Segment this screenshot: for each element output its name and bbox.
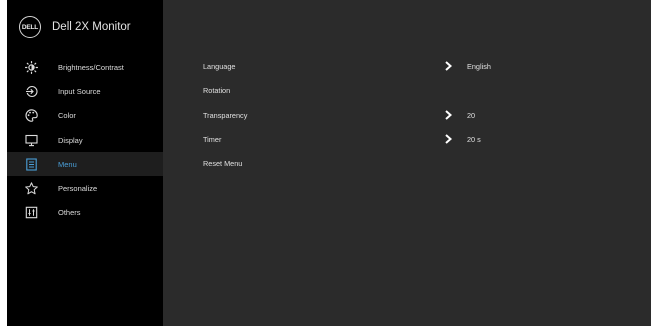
setting-label: Language [203,61,236,71]
sidebar-item-label: Menu [58,159,77,169]
others-icon [25,206,38,219]
sidebar-item-input-source[interactable]: Input Source [7,79,163,103]
menu-icon [25,158,38,171]
setting-value: 20 s [467,134,481,144]
app-title: Dell 2X Monitor [52,21,131,33]
monitor-osd: DELL Dell 2X Monitor Brightness/Contrast… [7,0,651,326]
star-icon [25,182,38,195]
chevron-right-icon [445,110,452,120]
sidebar-item-display[interactable]: Display [7,128,163,152]
dell-logo-text: DELL [21,23,39,31]
setting-label: Rotation [203,85,231,95]
setting-row-transparency[interactable]: Transparency 20 [203,106,631,124]
setting-row-reset-menu[interactable]: Reset Menu [203,154,631,172]
sidebar-item-label: Color [58,111,76,121]
sidebar-item-brightness-contrast[interactable]: Brightness/Contrast [7,55,163,79]
input-source-icon [25,85,38,98]
sidebar-item-personalize[interactable]: Personalize [7,176,163,200]
setting-value: 20 [467,110,476,120]
sidebar-item-label: Display [58,135,83,145]
setting-label: Timer [203,134,222,144]
sidebar-item-others[interactable]: Others [7,201,163,225]
setting-row-language[interactable]: Language English [203,57,631,75]
sidebar-item-label: Others [58,208,81,218]
sidebar-item-label: Input Source [58,86,101,96]
sidebar: DELL Dell 2X Monitor Brightness/Contrast… [7,0,163,326]
setting-row-timer[interactable]: Timer 20 s [203,130,631,148]
sidebar-nav: Brightness/Contrast Input Source Color D… [7,55,163,225]
brand-header: DELL Dell 2X Monitor [7,0,163,54]
display-icon [25,134,38,147]
chevron-right-icon [445,61,452,71]
dell-logo: DELL [19,16,41,38]
sidebar-item-label: Personalize [58,184,98,194]
sidebar-item-label: Brightness/Contrast [58,62,124,72]
setting-value: English [467,61,491,71]
sidebar-item-menu[interactable]: Menu [7,152,163,177]
sidebar-item-color[interactable]: Color [7,104,163,128]
brightness-icon [25,60,38,74]
color-palette-icon [25,109,38,122]
setting-label: Transparency [203,110,248,120]
menu-settings-panel: Language English Rotation Transparency 2… [163,0,651,326]
setting-row-rotation[interactable]: Rotation [203,81,631,99]
chevron-right-icon [445,134,452,144]
setting-label: Reset Menu [203,158,243,168]
